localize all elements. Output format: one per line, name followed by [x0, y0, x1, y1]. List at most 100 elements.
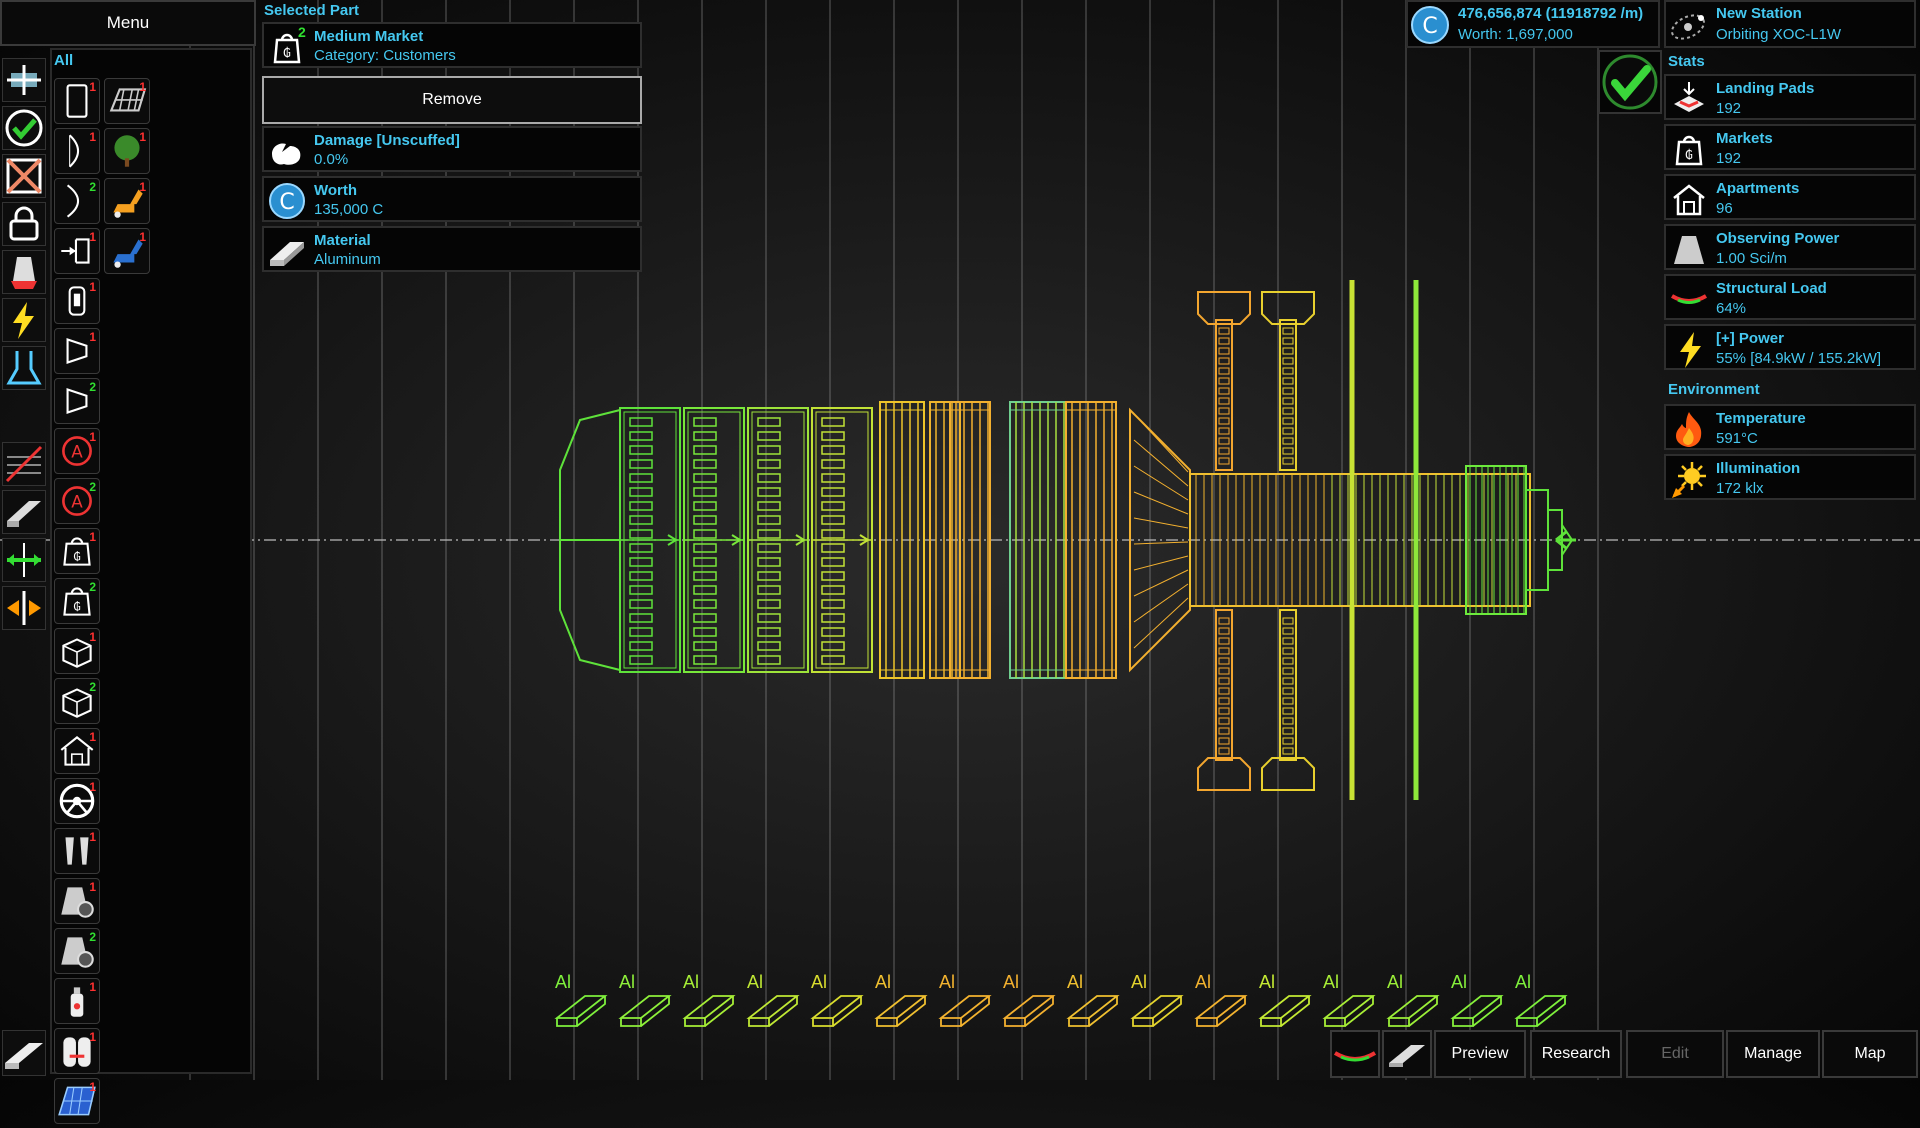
dock-arrow: [1555, 530, 1576, 550]
catalog-item[interactable]: 1: [54, 978, 100, 1024]
market-icon: ₲: [1675, 135, 1703, 166]
catalog-item[interactable]: 1: [54, 328, 100, 374]
menu-button[interactable]: Menu: [0, 0, 256, 46]
catalog-item[interactable]: A2: [54, 478, 100, 524]
catalog-item[interactable]: 1: [54, 628, 100, 674]
damage-value: 0.0%: [314, 151, 349, 168]
stat-row: Observing Power 1.00 Sci/m: [1664, 224, 1916, 270]
svg-text:C: C: [279, 190, 294, 215]
build-valid-indicator[interactable]: [1598, 50, 1662, 114]
svg-text:₲: ₲: [283, 46, 291, 60]
material-beam: Al: [874, 972, 928, 1027]
lightning-icon: [13, 302, 34, 339]
research-button[interactable]: Research: [1530, 1030, 1622, 1078]
damage-label: Damage [Unscuffed]: [314, 132, 460, 149]
station-orbit: Orbiting XOC-L1W: [1716, 26, 1842, 43]
beam-icon: [5, 1043, 43, 1069]
lock-tool-button[interactable]: [2, 202, 46, 246]
sun-icon: [1672, 462, 1706, 498]
parts-catalog: All 1 1 1 1 2 1 1 1 1 1 2 A 1 A 2 ₲ 1 ₲ 2 1 2 1 1 1 1 2 1 1 1: [50, 48, 252, 1124]
material-label: Al: [1195, 972, 1211, 992]
catalog-item[interactable]: ₲ 1: [54, 528, 100, 574]
catalog-item[interactable]: 1: [54, 1028, 100, 1074]
catalog-item[interactable]: 1: [54, 128, 100, 174]
structural-load-view-button[interactable]: [1330, 1030, 1380, 1078]
material-view-button[interactable]: [1382, 1030, 1432, 1078]
thruster-tool-button[interactable]: [2, 250, 46, 294]
catalog-filter-all[interactable]: All: [54, 52, 73, 69]
manage-button[interactable]: Manage: [1726, 1030, 1820, 1078]
research-tool-button[interactable]: [2, 346, 46, 390]
stat-value: 96: [1716, 200, 1733, 217]
catalog-item-count: 1: [89, 80, 96, 94]
catalog-item[interactable]: 2: [54, 178, 100, 224]
validate-tool-button[interactable]: [2, 106, 46, 150]
symmetry-tool-button[interactable]: [2, 586, 46, 630]
catalog-item-count: 1: [139, 80, 146, 94]
material-label: Al: [811, 972, 827, 992]
beam-placement-button[interactable]: [2, 1030, 46, 1076]
catalog-item[interactable]: 2: [54, 928, 100, 974]
symmetry-icon: [7, 591, 41, 625]
catalog-item[interactable]: 1: [104, 128, 150, 174]
catalog-item-count: 1: [89, 1080, 96, 1094]
material-label: Al: [619, 972, 635, 992]
material-label: Al: [875, 972, 891, 992]
stat-value: 591°C: [1716, 430, 1758, 447]
catalog-item[interactable]: 1: [54, 278, 100, 324]
material-label: Al: [747, 972, 763, 992]
flask-icon: [6, 351, 42, 385]
apartment-icon: [1673, 184, 1705, 216]
environment-row: Illumination 172 klx: [1664, 454, 1916, 500]
aluminum-beam-icon: [270, 242, 304, 266]
damage-row: Damage [Unscuffed] 0.0%: [262, 126, 642, 172]
catalog-item[interactable]: 1: [54, 728, 100, 774]
delete-tool-button[interactable]: [2, 154, 46, 198]
catalog-item[interactable]: 1: [104, 178, 150, 224]
station-panel[interactable]: New Station Orbiting XOC-L1W: [1664, 0, 1916, 48]
catalog-item[interactable]: 2: [54, 678, 100, 724]
catalog-item-count: 2: [89, 580, 96, 594]
preview-button[interactable]: Preview: [1434, 1030, 1526, 1078]
worth-label: Worth: [314, 182, 358, 199]
catalog-item[interactable]: 1: [54, 78, 100, 124]
catalog-item[interactable]: 1: [104, 228, 150, 274]
material-tool-button[interactable]: [2, 490, 46, 534]
orbit-icon: [1671, 14, 1705, 40]
catalog-item[interactable]: 1: [54, 878, 100, 924]
catalog-item[interactable]: A1: [54, 428, 100, 474]
move-tool-button[interactable]: [2, 58, 46, 102]
catalog-item[interactable]: ₲ 2: [54, 578, 100, 624]
catalog-item[interactable]: 1: [54, 1078, 100, 1124]
catalog-item-count: 1: [89, 780, 96, 794]
catalog-item-count: 1: [89, 530, 96, 544]
catalog-item[interactable]: 1: [104, 78, 150, 124]
power-tool-button[interactable]: [2, 298, 46, 342]
stat-value: 192: [1716, 150, 1742, 167]
catalog-item-count: 1: [139, 230, 146, 244]
material-label: Material: [314, 232, 371, 249]
material-label: Al: [683, 972, 699, 992]
beam-icon: [7, 501, 41, 527]
catalog-item[interactable]: 2: [54, 378, 100, 424]
credit-coin-icon: C: [269, 183, 305, 219]
remove-button[interactable]: Remove: [262, 76, 642, 124]
credit-coin-icon: C: [1411, 6, 1449, 44]
catalog-item[interactable]: 1: [54, 828, 100, 874]
lock-icon: [9, 206, 39, 241]
stat-label: Landing Pads: [1716, 80, 1815, 97]
svg-text:₲: ₲: [73, 599, 80, 613]
catalog-item[interactable]: 1: [54, 228, 100, 274]
stat-label: Markets: [1716, 130, 1773, 147]
strikethrough-grid-icon: [5, 445, 43, 483]
stat-label: Temperature: [1716, 410, 1806, 427]
map-button[interactable]: Map: [1822, 1030, 1918, 1078]
lightning-icon: [1680, 332, 1701, 368]
mirror-axis-tool-button[interactable]: [2, 538, 46, 582]
edit-button[interactable]: Edit: [1626, 1030, 1724, 1078]
catalog-item-count: 1: [89, 280, 96, 294]
material-label: Al: [1515, 972, 1531, 992]
catalog-item[interactable]: 1: [54, 778, 100, 824]
hide-grid-tool-button[interactable]: [2, 442, 46, 486]
stat-label: Illumination: [1716, 460, 1801, 477]
